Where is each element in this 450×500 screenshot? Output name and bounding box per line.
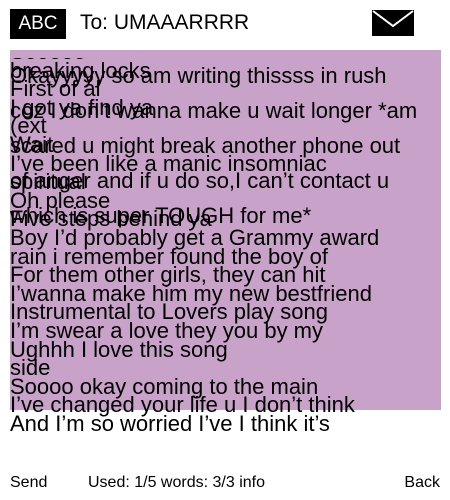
- back-button[interactable]: Back: [404, 474, 440, 492]
- header-bar: ABC To: UMAAARRRR: [0, 0, 450, 48]
- recipient-field[interactable]: To: UMAAARRRR: [80, 10, 249, 36]
- input-mode-badge[interactable]: ABC: [10, 9, 66, 39]
- send-button[interactable]: Send: [10, 474, 47, 492]
- message-line: And I’m so worried I’ve I think it’s: [10, 410, 330, 436]
- usage-info: Used: 1/5 words: 3/3 info: [88, 474, 265, 491]
- message-line: Ughhh I love this song: [10, 336, 228, 362]
- envelope-icon[interactable]: [372, 10, 414, 36]
- message-body[interactable]: Okayyyyy so am writing thissss in rush c…: [10, 58, 420, 478]
- footer-bar: Send Used: 1/5 words: 3/3 info Back: [0, 474, 450, 500]
